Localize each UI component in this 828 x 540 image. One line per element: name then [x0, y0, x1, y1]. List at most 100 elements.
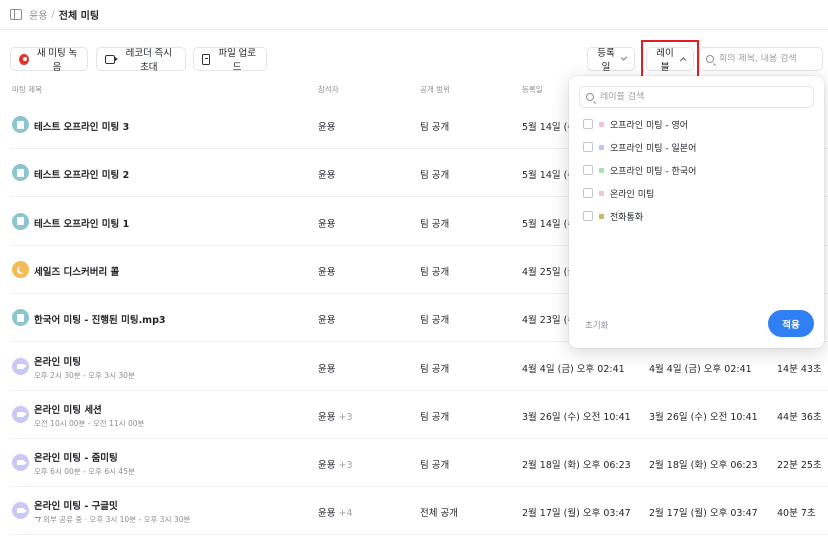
date-cell: 2월 17일 (월) 오후 03:47	[649, 508, 758, 520]
participant-cell: 윤용	[318, 264, 335, 278]
meeting-title[interactable]: 온라인 미팅	[34, 354, 81, 368]
meeting-search[interactable]	[699, 47, 823, 71]
meeting-title[interactable]: 테스트 오프라인 미팅 1	[34, 216, 129, 230]
label-search[interactable]	[579, 86, 814, 108]
invite-recorder-button[interactable]: 레코더 즉시 초대	[96, 47, 186, 73]
upload-file-label: 파일 업로드	[218, 48, 256, 73]
participant-extra: +3	[338, 411, 353, 423]
label-option[interactable]: 오프라인 미팅 - 영어	[583, 117, 688, 131]
label-option[interactable]: 온라인 미팅	[583, 186, 654, 200]
sidebar-toggle-icon[interactable]	[10, 9, 22, 20]
label-color-swatch	[599, 121, 604, 127]
date-cell: 2월 18일 (화) 오후 06:23	[649, 460, 758, 472]
breadcrumb-separator: /	[51, 9, 55, 20]
file-upload-icon	[202, 53, 211, 65]
table-row[interactable]: 온라인 미팅 오후 2시 30분 - 오후 3시 30분 윤용 팀 공개 4월 4일 (…	[10, 343, 828, 391]
meeting-time: 오후 6시 00분 - 오후 6시 45분	[34, 467, 135, 477]
meeting-time: 오후 2시 30분 - 오후 3시 30분	[34, 370, 135, 380]
new-recording-label: 새 미팅 녹음	[36, 48, 78, 73]
meeting-time: 오전 10시 00분 - 오전 11시 00분	[34, 418, 145, 428]
label-option[interactable]: 전화통화	[583, 209, 643, 223]
duration-cell: 14분 43초	[777, 363, 822, 375]
label-color-swatch	[599, 144, 604, 150]
upload-file-button[interactable]: 파일 업로드	[193, 47, 267, 73]
participant-name: 윤용	[318, 508, 336, 520]
checkbox[interactable]	[583, 211, 593, 221]
participant-cell: 윤용	[318, 167, 335, 181]
visibility-cell: 팀 공개	[420, 266, 450, 278]
visibility-cell: 팀 공개	[420, 411, 450, 423]
chevron-down-icon	[620, 54, 628, 61]
checkbox[interactable]	[583, 188, 593, 198]
label-option-text: 오프라인 미팅 - 한국어	[610, 166, 697, 177]
visibility-cell: 팀 공개	[420, 170, 450, 182]
visibility-cell: 팀 공개	[420, 122, 450, 133]
registered-cell: 2월 18일 (화) 오후 06:23	[522, 460, 631, 472]
visibility-cell: 팀 공개	[420, 315, 450, 327]
moon-icon	[12, 260, 29, 278]
label-filter-dropdown[interactable]: 레이블	[646, 47, 694, 73]
duration-cell: 40분 7초	[777, 508, 816, 520]
duration-cell: 22분 25초	[777, 460, 822, 472]
label-option-text: 전화통화	[610, 212, 644, 223]
breadcrumb-current: 전체 미팅	[58, 11, 100, 22]
video-camera-icon	[105, 54, 118, 64]
participant-cell: 윤용	[318, 119, 335, 133]
meeting-title[interactable]: 테스트 오프라인 미팅 3	[34, 119, 129, 133]
label-color-swatch	[599, 213, 604, 219]
participant-cell: 윤용	[318, 361, 335, 375]
label-color-swatch	[599, 167, 604, 173]
participant-name: 윤용	[318, 411, 336, 423]
participant-cell: 윤용 +3	[318, 409, 353, 423]
participant-name: 윤용	[318, 363, 336, 375]
label-search-input[interactable]	[600, 92, 800, 102]
date-cell: 3월 26일 (수) 오전 10:41	[649, 411, 758, 423]
table-row[interactable]: 온라인 미팅 세션오전 10시 00분 - 오전 11시 00분 윤용 +3 팀 공개…	[10, 391, 828, 439]
video-icon	[12, 502, 29, 520]
participant-cell: 윤용	[318, 216, 335, 230]
meeting-search-input[interactable]	[719, 54, 819, 64]
header-title[interactable]: 미팅 제목	[12, 84, 42, 95]
checkbox[interactable]	[583, 142, 593, 152]
participant-name: 윤용	[318, 218, 336, 230]
meeting-title[interactable]: 온라인 미팅 - 구글밋	[34, 498, 118, 512]
document-icon	[12, 309, 29, 327]
table-row[interactable]: 온라인 미팅 - 구글밋 외부 공유 중 · 오후 3시 10분 - 오후 3시 …	[10, 487, 828, 536]
label-option[interactable]: 오프라인 미팅 - 일본어	[583, 140, 696, 154]
table-row[interactable]: 온라인 미팅 - 줌미팅오후 6시 00분 - 오후 6시 45분 윤용 +3 팀 공…	[10, 439, 828, 488]
new-recording-button[interactable]: 새 미팅 녹음	[10, 47, 88, 73]
participant-cell: 윤용 +3	[318, 457, 353, 471]
meeting-title[interactable]: 테스트 오프라인 미팅 2	[34, 167, 129, 181]
checkbox[interactable]	[583, 165, 593, 175]
participant-cell: 윤용 +4	[318, 505, 353, 519]
participant-name: 윤용	[318, 460, 336, 472]
sort-dropdown[interactable]: 등록일	[587, 47, 635, 73]
visibility-cell: 팀 공개	[420, 460, 450, 472]
header-visibility[interactable]: 공개 범위	[420, 84, 450, 95]
apply-button[interactable]: 적용	[768, 310, 814, 337]
share-icon	[33, 517, 41, 523]
checkbox[interactable]	[583, 119, 593, 129]
label-option[interactable]: 오프라인 미팅 - 한국어	[583, 163, 696, 177]
breadcrumb-parent[interactable]: 윤용	[29, 7, 47, 22]
label-option-text: 오프라인 미팅 - 영어	[610, 120, 689, 131]
video-icon	[12, 357, 29, 375]
participant-name: 윤용	[318, 315, 336, 327]
chevron-up-icon	[679, 57, 687, 64]
registered-cell: 4월 4일 (금) 오후 02:41	[522, 363, 625, 375]
label-option-text: 온라인 미팅	[610, 189, 655, 200]
video-icon	[12, 454, 29, 472]
reset-button[interactable]: 초기화	[585, 319, 608, 331]
header-participants[interactable]: 참석자	[318, 84, 339, 95]
sort-label: 등록일	[597, 48, 615, 73]
document-icon	[12, 212, 29, 230]
search-icon	[706, 55, 714, 63]
search-icon	[586, 93, 594, 101]
meeting-title[interactable]: 온라인 미팅 - 줌미팅	[34, 450, 118, 464]
meeting-title[interactable]: 한국어 미팅 - 진행된 미팅.mp3	[34, 312, 166, 326]
meeting-title[interactable]: 세일즈 디스커버리 콜	[34, 264, 119, 278]
label-dropdown-panel: 오프라인 미팅 - 영어오프라인 미팅 - 일본어오프라인 미팅 - 한국어온라…	[569, 76, 824, 348]
header-registered[interactable]: 등록일	[522, 84, 543, 95]
meeting-title[interactable]: 온라인 미팅 세션	[34, 402, 102, 416]
visibility-cell: 팀 공개	[420, 218, 450, 230]
